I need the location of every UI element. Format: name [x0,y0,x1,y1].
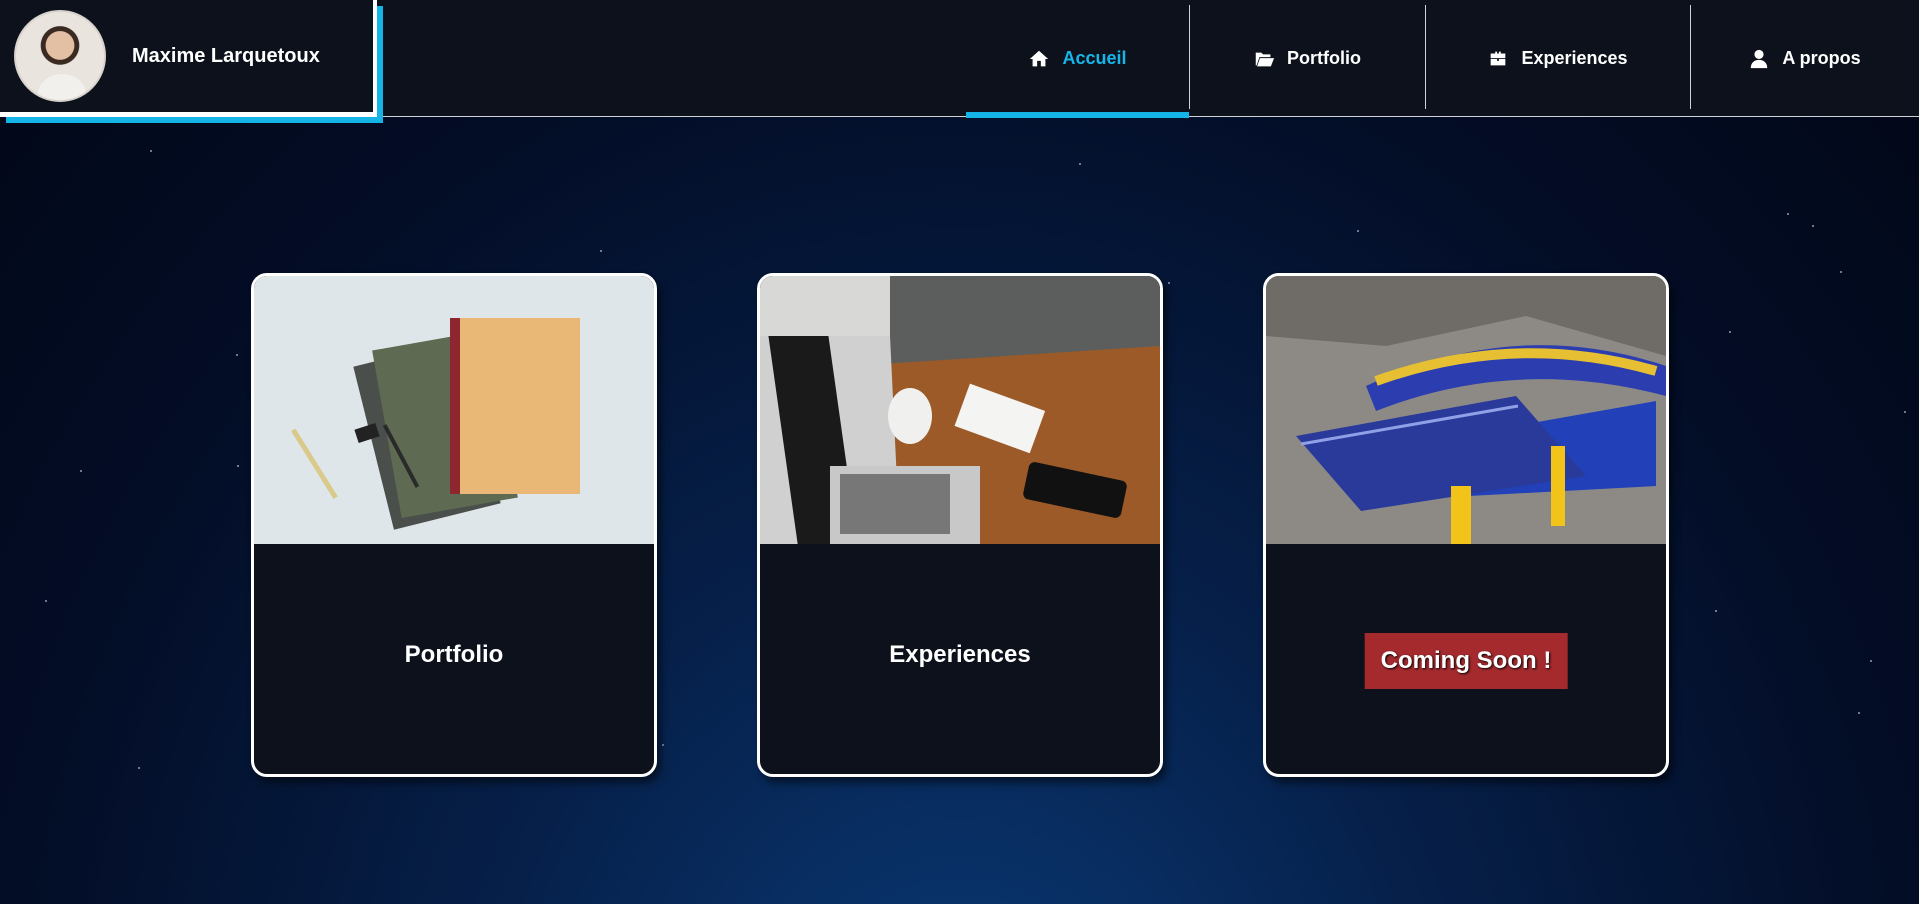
card-coming-soon[interactable]: Coming Soon ! [1263,273,1669,777]
avatar [14,10,106,102]
card-title: Experiences [889,641,1031,668]
nav-label-accueil: Accueil [1062,48,1127,68]
coming-soon-badge: Coming Soon ! [1364,633,1568,689]
nav-item-a-propos[interactable]: A propos [1690,0,1919,117]
home-icon [1028,48,1050,70]
notebooks-and-pen-photo [254,276,654,544]
user-icon [1748,48,1770,70]
nav-label-a-propos: A propos [1782,48,1861,68]
nav-item-portfolio[interactable]: Portfolio [1189,0,1425,117]
nav-item-accueil[interactable]: Accueil [966,0,1189,118]
card-title: Portfolio [404,641,504,668]
card-portfolio[interactable]: Portfolio [251,273,657,777]
main-nav: Accueil Portfolio Experiences A propos [966,0,1919,118]
nav-label-experiences: Experiences [1521,48,1628,68]
briefcase-icon [1487,48,1509,70]
card-experiences[interactable]: Experiences [757,273,1163,777]
laptop-desk-coffee-photo [760,276,1160,544]
brand-block[interactable]: Maxime Larquetoux [0,0,377,117]
brand-name: Maxime Larquetoux [132,44,320,67]
folder-open-icon [1253,48,1275,70]
nav-item-experiences[interactable]: Experiences [1425,0,1690,117]
nav-label-portfolio: Portfolio [1287,48,1361,68]
diploma-graduation-cap-photo [1266,276,1666,544]
top-navbar: Maxime Larquetoux Accueil Portfolio Expe… [0,0,1919,118]
